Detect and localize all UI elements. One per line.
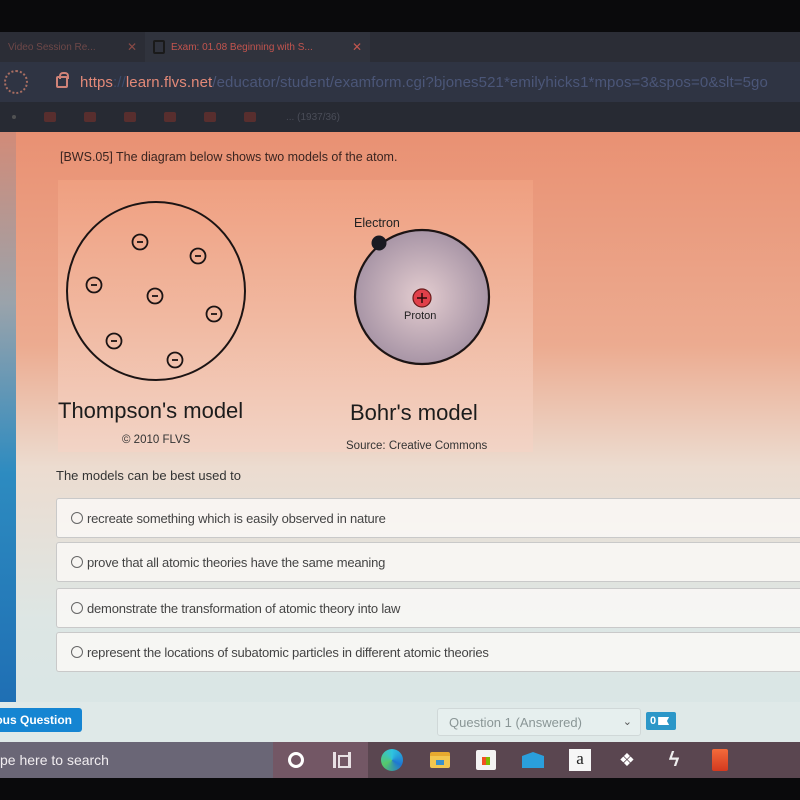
electron-icon [85,276,103,294]
flag-icon [658,717,670,725]
amazon-icon[interactable]: a [568,748,592,772]
loading-icon[interactable] [4,70,28,94]
thompson-caption: © 2010 FLVS [122,434,191,446]
url-path: /educator/student/examform.cgi?bjones521… [212,73,768,91]
radio-button[interactable] [71,602,83,614]
address-bar: https://learn.flvs.net/educator/student/… [0,62,800,102]
question-navigation: ious Question Question 1 (Answered) ⌄ 0 [0,702,800,742]
bookmark-icon[interactable] [164,112,176,122]
thompson-atom-circle [66,201,246,381]
taskbar-search-input[interactable]: pe here to search [0,742,273,778]
question-select[interactable]: Question 1 (Answered) ⌄ [437,708,641,736]
thompson-electrons [85,233,223,369]
edge-icon[interactable] [380,748,404,772]
bohr-electron-dot [371,235,387,251]
bohr-caption: Source: Creative Commons [346,440,488,452]
screen-bezel-bottom [0,778,800,800]
option-label: represent the locations of subatomic par… [87,644,489,660]
question-stem: The models can be best used to [56,468,242,483]
answer-option-3[interactable]: demonstrate the transformation of atomic… [56,588,800,628]
bookmark-icon[interactable] [84,112,96,122]
url-separator: :// [113,73,126,91]
screen-bezel-top [0,0,800,32]
tab-label: Exam: 01.08 Beginning with S... [171,41,313,53]
sidebar-strip [0,132,16,702]
electron-icon [105,332,123,350]
windows-taskbar: pe here to search a ❖ ϟ [0,742,800,778]
question-select-value: Question 1 (Answered) [449,714,582,730]
radio-button[interactable] [71,512,83,524]
bookmark-icon[interactable] [124,112,136,122]
bolt-app-icon[interactable]: ϟ [662,748,686,772]
tab-video-session[interactable]: Video Session Re... ✕ [0,32,145,62]
flag-count-badge[interactable]: 0 [646,712,676,730]
atom-models-figure: Electron Proton Thompson's model Bohr's … [58,180,533,452]
answer-option-4[interactable]: represent the locations of subatomic par… [56,632,800,672]
task-view-icon[interactable] [330,748,354,772]
radio-button[interactable] [71,646,83,658]
question-prompt: [BWS.05] The diagram below shows two mod… [60,150,398,164]
tab-label: Video Session Re... [8,41,96,53]
dropbox-icon[interactable]: ❖ [615,748,639,772]
electron-icon [131,233,149,251]
microsoft-store-icon[interactable] [474,748,498,772]
browser-tab-bar: Video Session Re... ✕ Exam: 01.08 Beginn… [0,32,800,62]
answer-option-2[interactable]: prove that all atomic theories have the … [56,542,800,582]
file-explorer-icon[interactable] [428,748,452,772]
previous-question-button[interactable]: ious Question [0,708,82,732]
close-icon[interactable]: ✕ [127,40,137,54]
cortana-icon[interactable] [284,748,308,772]
exam-page: [BWS.05] The diagram below shows two mod… [0,132,800,742]
url-scheme: https [80,73,114,91]
bookmark-icon[interactable] [44,112,56,122]
tab-exam[interactable]: Exam: 01.08 Beginning with S... ✕ [145,32,370,62]
proton-label: Proton [404,310,437,322]
bookmark-dot-icon[interactable] [12,115,16,119]
answer-option-1[interactable]: recreate something which is easily obser… [56,498,800,538]
search-placeholder: pe here to search [0,752,109,768]
url-host: learn.flvs.net [125,73,213,91]
bookmark-folder-label[interactable]: ... (1937/36) [286,112,340,123]
office-icon[interactable] [708,748,732,772]
thompson-model-title: Thompson's model [58,398,244,423]
option-label: recreate something which is easily obser… [87,510,386,526]
mail-icon[interactable] [521,748,545,772]
bookmark-icon[interactable] [204,112,216,122]
bohr-model-title: Bohr's model [350,400,478,425]
page-icon [153,40,165,54]
bookmarks-bar: ... (1937/36) [0,102,800,132]
chevron-down-icon: ⌄ [622,716,632,728]
option-label: prove that all atomic theories have the … [87,554,386,570]
electron-icon [205,305,223,323]
option-label: demonstrate the transformation of atomic… [87,600,401,616]
close-icon[interactable]: ✕ [352,40,362,54]
electron-label: Electron [354,216,400,230]
electron-icon [189,247,207,265]
flag-count: 0 [650,715,657,727]
bookmark-icon[interactable] [244,112,256,122]
radio-button[interactable] [71,556,83,568]
electron-icon [166,351,184,369]
electron-icon [146,287,164,305]
lock-icon[interactable] [56,72,69,88]
question-content: [BWS.05] The diagram below shows two mod… [16,132,800,702]
url-field[interactable]: https://learn.flvs.net/educator/student/… [80,74,768,91]
